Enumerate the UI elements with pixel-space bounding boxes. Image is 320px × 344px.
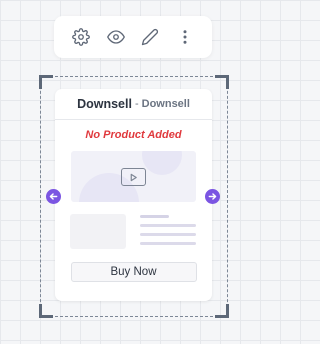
decorative-shape (142, 151, 182, 175)
play-icon (121, 168, 146, 186)
next-arrow-button[interactable] (205, 189, 220, 204)
gear-icon (72, 28, 91, 46)
image-placeholder (70, 214, 126, 249)
card-header: Downsell - Downsell (55, 89, 212, 120)
resize-handle-top-right[interactable] (215, 75, 229, 89)
eye-icon (106, 30, 125, 44)
product-info-placeholder (70, 214, 212, 251)
element-toolbar (54, 16, 212, 58)
settings-button[interactable] (68, 24, 94, 50)
resize-handle-bottom-right[interactable] (215, 304, 229, 318)
card-subtitle: Downsell (141, 98, 190, 110)
placeholder-line (140, 215, 169, 218)
preview-button[interactable] (103, 24, 129, 50)
downsell-card[interactable]: Downsell - Downsell No Product Added Buy… (55, 89, 212, 301)
video-placeholder (71, 151, 196, 202)
title-separator: - (134, 98, 139, 110)
resize-handle-top-left[interactable] (39, 75, 53, 89)
text-placeholder (140, 215, 196, 251)
previous-arrow-button[interactable] (46, 189, 61, 204)
edit-button[interactable] (137, 24, 163, 50)
resize-handle-bottom-left[interactable] (39, 304, 53, 318)
arrow-right-icon (208, 193, 217, 200)
buy-now-button[interactable]: Buy Now (70, 262, 197, 282)
placeholder-line (140, 224, 196, 227)
placeholder-line (140, 242, 196, 245)
more-vertical-icon (183, 30, 187, 44)
placeholder-line (140, 233, 196, 236)
pencil-icon (142, 28, 159, 46)
arrow-left-icon (49, 193, 58, 200)
empty-product-message: No Product Added (85, 129, 182, 141)
more-options-button[interactable] (172, 24, 198, 50)
card-title: Downsell (77, 97, 132, 111)
